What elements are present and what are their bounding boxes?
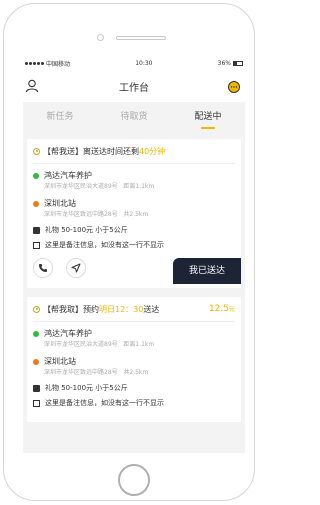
- order-type-label: 【帮我取】预约: [43, 304, 99, 314]
- gift-icon: [33, 384, 40, 392]
- pickup-distance: 距离1.1km: [123, 183, 155, 190]
- pickup-row: 鸿达汽车养护 深圳市龙华区民治大道89号 距离1.1km: [33, 170, 235, 192]
- pickup-address: 深圳市龙华区民治大道89号: [44, 183, 118, 190]
- goods-info: 礼物 50-100元 小于5公斤: [45, 226, 128, 234]
- pickup-name: 鸿达汽车养护: [44, 171, 92, 180]
- battery-percent: 36%: [217, 60, 231, 67]
- note-row: 这里是备注信息，如没有这一行不显示: [33, 398, 235, 408]
- tab-new-task[interactable]: 新任务: [23, 102, 97, 133]
- note-icon: [33, 241, 40, 249]
- dropoff-name: 深圳北站: [44, 199, 76, 208]
- price-unit: 元: [228, 306, 235, 313]
- pickup-row: 鸿达汽车养护 深圳市龙华区民治大道89号 距离1.1km: [33, 328, 235, 350]
- dropoff-dot-icon: [33, 201, 39, 207]
- camera: [97, 34, 104, 41]
- order-type-label: 【帮我送】离送达时间还剩: [43, 146, 139, 156]
- pickup-distance: 距离1.1km: [123, 341, 155, 348]
- dropoff-name: 深圳北站: [44, 357, 76, 366]
- order-card[interactable]: 【帮我取】预约 明日12：30 送达 12.5元 鸿达汽车养护 深圳市龙华区民治大道…: [27, 297, 241, 422]
- home-button[interactable]: [118, 464, 150, 496]
- phone-frame: 中国移动 10:30 36% 工作台 新任务 待取货 配送中 【帮我送】离送达时…: [3, 3, 255, 501]
- order-header: 【帮我送】离送达时间还剩 40分钟: [33, 139, 235, 164]
- navbar: 工作台: [23, 70, 245, 102]
- pickup-address: 深圳市龙华区民治大道89号: [44, 341, 118, 348]
- call-button[interactable]: [33, 258, 53, 278]
- order-header: 【帮我取】预约 明日12：30 送达 12.5元: [33, 297, 235, 322]
- speaker: [116, 36, 166, 40]
- navigation-arrow-icon: [71, 263, 81, 273]
- carrier-label: 中国移动: [46, 61, 71, 68]
- pickup-name: 鸿达汽车养护: [44, 329, 92, 338]
- phone-icon: [39, 264, 47, 272]
- tab-bar: 新任务 待取货 配送中: [23, 102, 245, 133]
- note-row: 这里是备注信息，如没有这一行不显示: [33, 240, 235, 250]
- appointment-time: 明日12：30: [99, 304, 144, 314]
- app-screen: 中国移动 10:30 36% 工作台 新任务 待取货 配送中 【帮我送】离送达时…: [23, 57, 245, 457]
- status-bar: 中国移动 10:30 36%: [23, 57, 245, 70]
- note-text: 这里是备注信息，如没有这一行不显示: [45, 399, 164, 407]
- message-icon[interactable]: [227, 80, 241, 94]
- battery-icon: [233, 61, 243, 66]
- dropoff-address: 深圳市龙华区致远中路28号: [44, 211, 118, 218]
- dropoff-dot-icon: [33, 359, 39, 365]
- order-price: 12.5元: [209, 304, 235, 314]
- tab-delivering[interactable]: 配送中: [171, 102, 245, 133]
- pickup-dot-icon: [33, 173, 39, 179]
- target-icon: [33, 147, 40, 155]
- order-type-suffix: 送达: [143, 304, 160, 314]
- dropoff-distance: 共2.5km: [123, 211, 149, 218]
- mark-delivered-button[interactable]: 我已送达: [173, 258, 241, 284]
- dropoff-address: 深圳市龙华区致远中路28号: [44, 369, 118, 376]
- order-card[interactable]: 【帮我送】离送达时间还剩 40分钟 鸿达汽车养护 深圳市龙华区民治大道89号 距离…: [27, 139, 241, 288]
- tab-awaiting-pickup[interactable]: 待取货: [97, 102, 171, 133]
- note-icon: [33, 399, 40, 407]
- dropoff-row: 深圳北站 深圳市龙华区致远中路28号 共2.5km: [33, 356, 235, 378]
- goods-info: 礼物 50-100元 小于5公斤: [45, 384, 128, 392]
- page-title: 工作台: [119, 82, 149, 94]
- dropoff-distance: 共2.5km: [123, 369, 149, 376]
- user-icon[interactable]: [25, 79, 39, 93]
- signal-icon: [25, 62, 44, 65]
- goods-row: 礼物 50-100元 小于5公斤: [33, 383, 235, 393]
- pickup-dot-icon: [33, 331, 39, 337]
- order-list: 【帮我送】离送达时间还剩 40分钟 鸿达汽车养护 深圳市龙华区民治大道89号 距离…: [23, 133, 245, 453]
- clock: 10:30: [135, 60, 153, 67]
- navigate-button[interactable]: [66, 258, 86, 278]
- goods-row: 礼物 50-100元 小于5公斤: [33, 225, 235, 235]
- dropoff-row: 深圳北站 深圳市龙华区致远中路28号 共2.5km: [33, 198, 235, 220]
- time-remaining: 40分钟: [139, 146, 166, 156]
- note-text: 这里是备注信息，如没有这一行不显示: [45, 241, 164, 249]
- target-icon: [33, 305, 40, 313]
- gift-icon: [33, 226, 40, 234]
- price-value: 12.5: [208, 304, 229, 314]
